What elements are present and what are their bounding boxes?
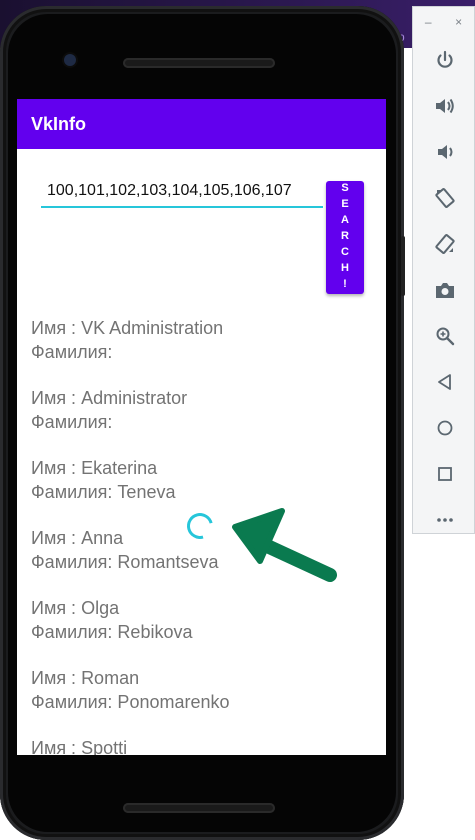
rotate-right-button[interactable] xyxy=(413,221,475,267)
first-name-label: Имя : Olga xyxy=(31,598,120,618)
zoom-button[interactable] xyxy=(413,313,475,359)
bottom-speaker xyxy=(123,803,275,813)
power-button[interactable] xyxy=(413,37,475,83)
zoom-icon xyxy=(436,327,454,346)
camera-icon xyxy=(435,283,454,298)
front-camera xyxy=(64,54,76,66)
power-icon xyxy=(436,50,453,68)
home-icon xyxy=(437,420,452,436)
volume-down-button[interactable] xyxy=(413,129,475,175)
search-row: SEARCH! xyxy=(17,149,386,294)
app-bar: VkInfo xyxy=(17,99,386,149)
list-item: Имя : Roman Фамилия: Ponomarenko xyxy=(31,666,371,736)
annotation-arrow xyxy=(232,508,337,582)
last-name-label: Фамилия: Ponomarenko xyxy=(31,692,230,712)
rotate-left-button[interactable] xyxy=(413,175,475,221)
minimize-button[interactable]: – xyxy=(425,15,432,29)
close-button[interactable]: × xyxy=(455,15,462,29)
last-name-label: Фамилия: Teneva xyxy=(31,482,176,502)
search-button[interactable]: SEARCH! xyxy=(326,181,364,294)
app-title: VkInfo xyxy=(31,113,87,134)
search-button-label: SEARCH! xyxy=(339,181,351,294)
toolbar-window-controls: – × xyxy=(413,7,474,37)
device-screen: VkInfo SEARCH! Имя : VK Administration Ф… xyxy=(17,99,386,755)
first-name-label: Имя : Spotti xyxy=(31,738,128,755)
volume-down-icon xyxy=(437,145,452,159)
back-icon xyxy=(437,374,451,390)
first-name-label: Имя : Administrator xyxy=(31,388,188,408)
emulator-toolbar: – × xyxy=(412,6,475,534)
list-item: Имя : Administrator Фамилия: xyxy=(31,386,371,456)
screenshot-button[interactable] xyxy=(413,267,475,313)
list-item: Имя : Spotti xyxy=(31,736,371,755)
rotate-left-icon xyxy=(434,188,455,208)
list-item: Имя : Olga Фамилия: Rebikova xyxy=(31,596,371,666)
first-name-label: Имя : VK Administration xyxy=(31,318,224,338)
back-button[interactable] xyxy=(413,359,475,405)
top-speaker xyxy=(123,58,275,68)
first-name-label: Имя : Ekaterina xyxy=(31,458,158,478)
overview-icon xyxy=(437,467,452,481)
first-name-label: Имя : Roman xyxy=(31,668,140,688)
ids-input[interactable] xyxy=(41,178,323,204)
volume-up-button[interactable] xyxy=(413,83,475,129)
last-name-label: Фамилия: xyxy=(31,412,113,432)
power-side-button xyxy=(401,236,405,296)
more-button[interactable] xyxy=(413,497,475,543)
overview-button[interactable] xyxy=(413,451,475,497)
rotate-right-icon xyxy=(434,234,455,254)
more-icon xyxy=(436,518,453,522)
last-name-label: Фамилия: xyxy=(31,342,113,362)
list-item: Имя : VK Administration Фамилия: xyxy=(31,316,371,386)
last-name-label: Фамилия: Rebikova xyxy=(31,622,193,642)
volume-up-icon xyxy=(435,98,454,114)
home-button[interactable] xyxy=(413,405,475,451)
ids-input-wrapper xyxy=(41,178,323,208)
